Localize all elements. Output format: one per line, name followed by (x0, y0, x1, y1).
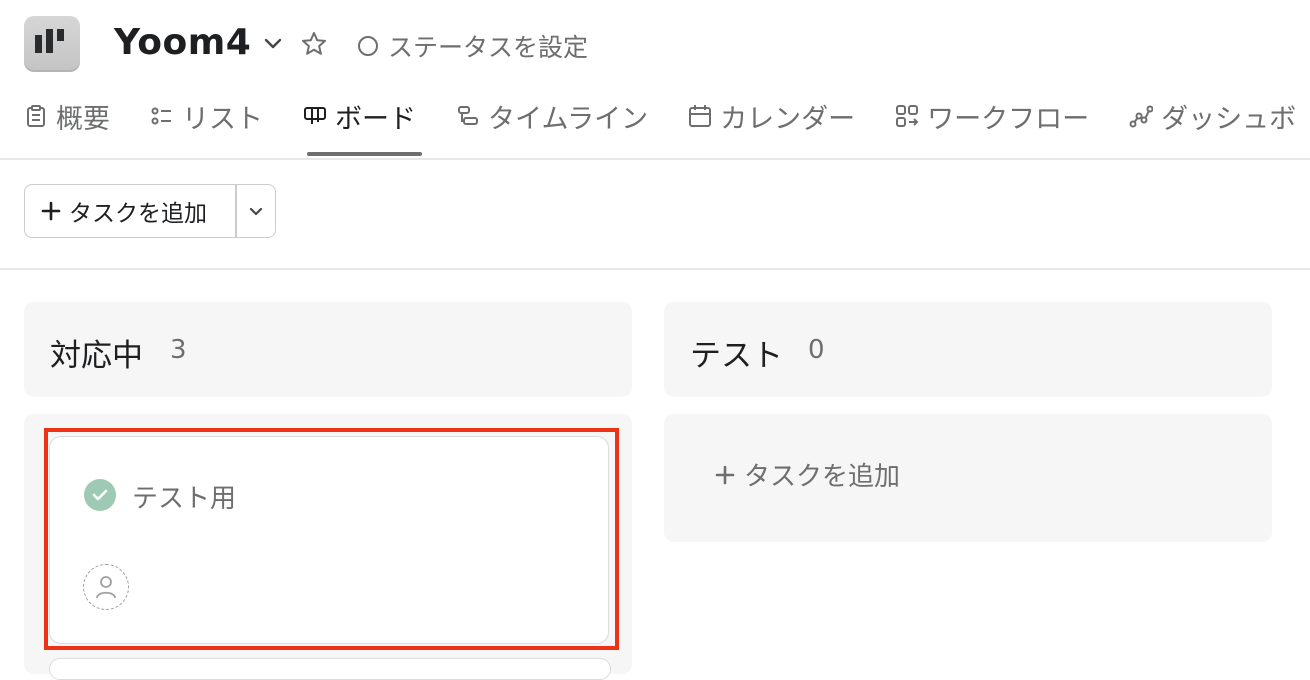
tab-label: ワークフロー (927, 103, 1090, 135)
column-name: 対応中 (50, 338, 143, 374)
column-header-test[interactable]: テスト 0 (664, 302, 1272, 397)
star-icon[interactable] (300, 30, 328, 62)
tab-board[interactable]: ボード (303, 96, 416, 136)
column-name: テスト (690, 338, 783, 374)
list-icon (151, 107, 171, 125)
timeline-icon (458, 106, 478, 125)
tab-calendar[interactable]: カレンダー (688, 96, 855, 136)
tab-label: カレンダー (720, 103, 856, 135)
completed-check-icon[interactable] (84, 479, 116, 511)
workflow-icon (896, 105, 919, 127)
chevron-down-icon[interactable] (262, 32, 284, 58)
add-task-dropdown-button[interactable] (237, 185, 276, 237)
status-label: ステータスを設定 (388, 33, 589, 62)
tab-label: リスト (182, 103, 263, 135)
project-board-icon[interactable] (24, 16, 80, 72)
set-status-button[interactable]: ステータスを設定 (358, 28, 588, 64)
board-columns-icon (35, 29, 64, 53)
tab-label: ダッシュボ (1161, 103, 1297, 135)
plus-icon (41, 201, 61, 221)
column-task-count: 3 (170, 335, 187, 365)
tab-label: タイムライン (488, 103, 649, 135)
chevron-down-icon (249, 207, 262, 216)
add-task-label: タスクを追加 (69, 201, 207, 227)
tab-overview[interactable]: 概要 (24, 96, 110, 136)
project-header: Yoom4 ステータスを設定 概要 リスト ボード タイムライン カレンダー ワ… (0, 0, 1310, 160)
plus-icon (715, 465, 735, 484)
status-circle-icon (358, 36, 378, 56)
project-tabs: 概要 リスト ボード タイムライン カレンダー ワークフロー ダッシュボ (24, 96, 1310, 136)
tab-label: 概要 (56, 103, 110, 135)
clipboard-icon (27, 105, 45, 127)
tab-workflow[interactable]: ワークフロー (895, 96, 1089, 136)
board-icon (304, 107, 326, 124)
column-add-task-button[interactable]: タスクを追加 (714, 456, 900, 493)
assignee-placeholder-icon[interactable] (83, 564, 129, 610)
task-card[interactable]: テスト用 (49, 436, 609, 644)
column-add-task-label: タスクを追加 (744, 462, 901, 492)
dashboard-icon (1129, 105, 1154, 128)
project-title: Yoom4 (114, 22, 252, 63)
tab-list[interactable]: リスト (150, 96, 263, 136)
tab-dashboard[interactable]: ダッシュボ (1129, 96, 1296, 136)
active-tab-indicator (307, 152, 422, 156)
column-task-count: 0 (808, 335, 825, 365)
add-task-button[interactable]: タスクを追加 (25, 185, 235, 237)
task-card-next[interactable] (49, 658, 611, 680)
board-toolbar: タスクを追加 (0, 158, 1310, 270)
add-task-split-button: タスクを追加 (24, 184, 276, 238)
column-header-in-progress[interactable]: 対応中 3 (24, 302, 632, 397)
task-title: テスト用 (132, 484, 237, 514)
tab-timeline[interactable]: タイムライン (456, 96, 648, 136)
tab-label: ボード (335, 103, 416, 135)
calendar-icon (689, 105, 712, 127)
